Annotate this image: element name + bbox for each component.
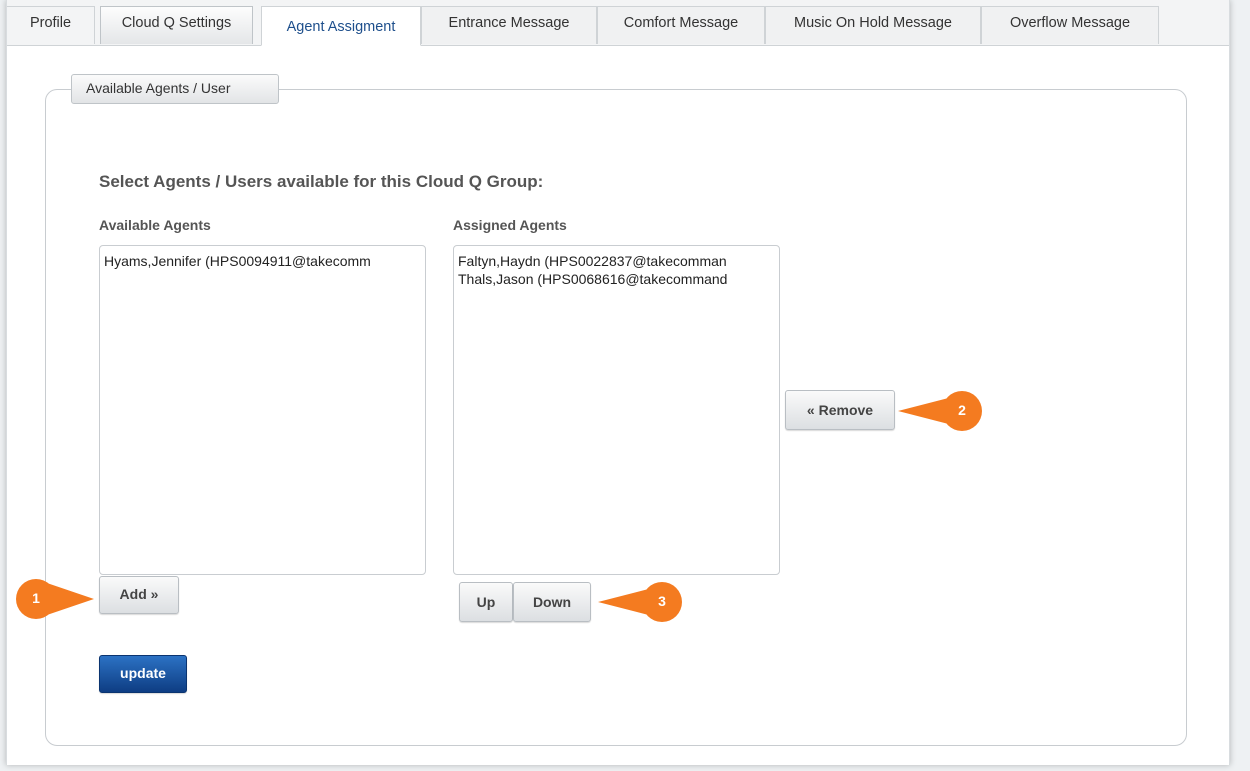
tab-bar: Profile Cloud Q Settings Agent Assigment… xyxy=(7,0,1229,46)
page-background: Profile Cloud Q Settings Agent Assigment… xyxy=(0,0,1250,771)
tab-label: Comfort Message xyxy=(623,15,739,31)
callout-1-marker: 1 xyxy=(14,579,94,619)
callout-2-marker: 2 xyxy=(898,391,994,431)
tab-cloud-q-settings[interactable]: Cloud Q Settings xyxy=(100,6,253,44)
update-button[interactable]: update xyxy=(99,655,187,693)
tab-label: Agent Assigment xyxy=(286,19,396,35)
tab-music-on-hold-message[interactable]: Music On Hold Message xyxy=(765,6,981,44)
available-agents-label: Available Agents xyxy=(99,217,211,233)
tab-label: Music On Hold Message xyxy=(794,15,952,31)
list-item[interactable]: Thals,Jason (HPS0068616@takecommand xyxy=(454,270,779,288)
callout-3-marker: 3 xyxy=(598,582,696,622)
list-item[interactable]: Faltyn,Haydn (HPS0022837@takecomman xyxy=(454,252,779,270)
section-heading: Select Agents / Users available for this… xyxy=(99,172,544,191)
tab-label: Entrance Message xyxy=(448,15,570,31)
settings-window: Profile Cloud Q Settings Agent Assigment… xyxy=(6,0,1230,765)
assigned-agents-list[interactable]: Faltyn,Haydn (HPS0022837@takecomman Thal… xyxy=(453,245,780,575)
tab-label: Cloud Q Settings xyxy=(121,15,232,31)
remove-button[interactable]: « Remove xyxy=(785,390,895,430)
up-button[interactable]: Up xyxy=(459,582,513,622)
tab-profile[interactable]: Profile xyxy=(7,6,95,44)
callout-number: 1 xyxy=(32,590,40,606)
callout-number: 2 xyxy=(958,402,966,418)
callout-3-shape xyxy=(598,582,682,622)
tab-label: Overflow Message xyxy=(1009,15,1131,31)
tab-comfort-message[interactable]: Comfort Message xyxy=(597,6,765,44)
available-agents-list[interactable]: Hyams,Jennifer (HPS0094911@takecomm xyxy=(99,245,426,575)
callout-number: 3 xyxy=(658,593,666,609)
callout-2-shape xyxy=(898,391,982,431)
list-item[interactable]: Hyams,Jennifer (HPS0094911@takecomm xyxy=(100,252,425,270)
fieldset-legend: Available Agents / User xyxy=(71,74,279,104)
tab-agent-assigment[interactable]: Agent Assigment xyxy=(261,6,421,46)
tab-overflow-message[interactable]: Overflow Message xyxy=(981,6,1159,44)
tab-label: Profile xyxy=(29,15,72,31)
down-button[interactable]: Down xyxy=(513,582,591,622)
add-button[interactable]: Add » xyxy=(99,576,179,614)
tab-entrance-message[interactable]: Entrance Message xyxy=(421,6,597,44)
assigned-agents-label: Assigned Agents xyxy=(453,217,567,233)
